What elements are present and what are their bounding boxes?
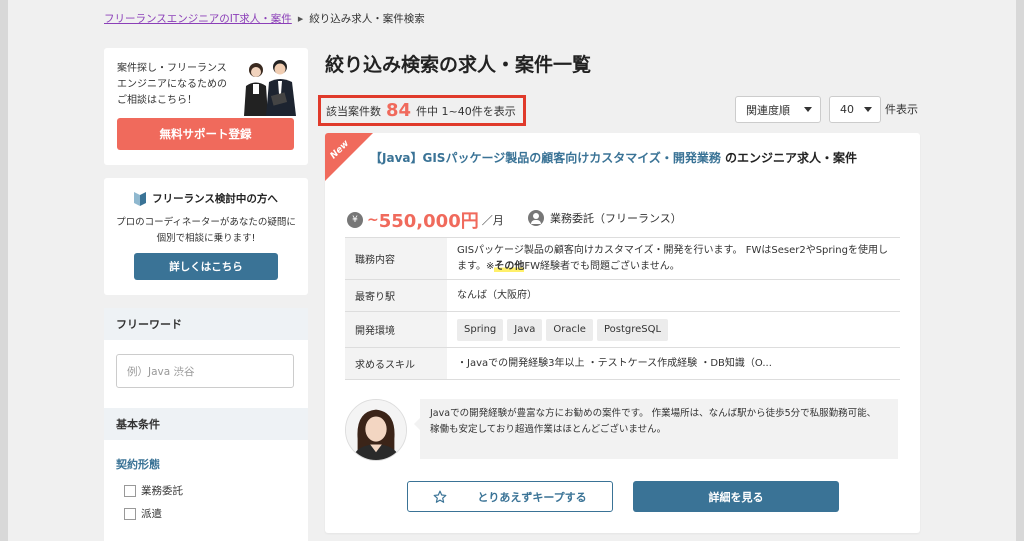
salary-value: 550,000円 <box>378 211 479 232</box>
page-title: 絞り込み検索の求人・案件一覧 <box>325 54 592 76</box>
tag: Java <box>507 318 543 341</box>
per-page-value: 40 <box>840 103 854 116</box>
person-icon <box>528 210 544 226</box>
duties-value: GISパッケージ製品の顧客向けカスタマイズ・開発を行います。 FWはSeser2… <box>447 237 900 280</box>
freeword-input[interactable]: 例）Java 渋谷 <box>116 354 294 388</box>
skills-value: ・Javaでの開発経験3年以上 ・テストケース作成経験 ・DB知識（O... <box>447 347 900 380</box>
chevron-down-icon <box>864 107 872 112</box>
window-frame-right <box>1016 0 1024 541</box>
environment-tags: Spring Java Oracle PostgreSQL <box>447 311 900 348</box>
checkbox[interactable] <box>124 507 136 520</box>
checkbox-label: 業務委託 <box>141 485 183 497</box>
job-info-table: 職務内容 GISパッケージ製品の顧客向けカスタマイズ・開発を行います。 FWはS… <box>345 237 900 380</box>
duties-text-end: FW経験者でも問題ございません。 <box>524 260 680 272</box>
salary: ¥ ~ 550,000円 ／月 <box>347 207 504 233</box>
star-icon <box>433 490 447 503</box>
table-row: 開発環境 Spring Java Oracle PostgreSQL <box>345 311 900 348</box>
result-count: 該当案件数 84 件中 1~40件を表示 <box>318 95 526 126</box>
breadcrumb: フリーランスエンジニアのIT求人・案件 ▶ 絞り込み求人・案件検索 <box>104 11 425 26</box>
keep-button[interactable]: とりあえずキープする <box>407 481 613 512</box>
job-card: New 【Java】GISパッケージ製品の顧客向けカスタマイズ・開発業務 のエン… <box>325 133 920 533</box>
checkbox[interactable] <box>124 484 136 497</box>
basic-conditions-heading: 基本条件 <box>104 408 308 440</box>
bookmark-icon <box>134 191 147 206</box>
free-support-register-button[interactable]: 無料サポート登録 <box>117 118 294 150</box>
consider-title: フリーランス検討中の方へ <box>104 191 308 206</box>
contract-type-label[interactable]: 契約形態 <box>116 456 160 472</box>
contract-type-text: 業務委託（フリーランス） <box>550 212 682 225</box>
filter-panel: フリーワード 例）Java 渋谷 基本条件 契約形態 業務委託 派遣 <box>104 308 308 541</box>
breadcrumb-home-link[interactable]: フリーランスエンジニアのIT求人・案件 <box>104 11 292 26</box>
result-count-suffix: 件中 1~40件を表示 <box>416 104 516 118</box>
window-frame-left <box>0 0 8 541</box>
consider-title-text: フリーランス検討中の方へ <box>152 193 278 205</box>
freeword-heading: フリーワード <box>104 308 308 340</box>
station-value: なんば（大阪府） <box>447 279 900 312</box>
result-count-prefix: 該当案件数 <box>326 104 381 118</box>
coordinator-avatar <box>345 399 407 461</box>
table-row: 職務内容 GISパッケージ製品の顧客向けカスタマイズ・開発を行います。 FWはS… <box>345 237 900 280</box>
job-title: 【Java】GISパッケージ製品の顧客向けカスタマイズ・開発業務 のエンジニア求… <box>370 148 880 168</box>
checkbox-dispatch[interactable]: 派遣 <box>124 506 162 521</box>
contract-type: 業務委託（フリーランス） <box>528 210 682 226</box>
keep-button-label: とりあえずキープする <box>477 490 587 504</box>
tag: Spring <box>457 318 504 341</box>
table-row: 求めるスキル ・Javaでの開発経験3年以上 ・テストケース作成経験 ・DB知識… <box>345 347 900 380</box>
station-label: 最寄り駅 <box>345 279 447 312</box>
consider-description: プロのコーディネーターがあなたの疑問に個別で相談に乗ります! <box>116 217 296 244</box>
breadcrumb-current: 絞り込み求人・案件検索 <box>309 13 425 25</box>
table-row: 最寄り駅 なんば（大阪府） <box>345 279 900 312</box>
sort-select[interactable]: 関連度順 <box>735 96 821 123</box>
salary-unit: ／月 <box>481 214 504 227</box>
coordinators-photo <box>244 60 296 116</box>
support-text: 案件探し・フリーランスエンジニアになるためのご相談はこちら！ <box>117 63 227 106</box>
view-details-button[interactable]: 詳細を見る <box>633 481 839 512</box>
result-count-number: 84 <box>386 100 412 121</box>
per-page-suffix: 件表示 <box>885 103 918 116</box>
support-card: 案件探し・フリーランスエンジニアになるためのご相談はこちら！ 無料サポート登録 <box>104 48 308 165</box>
consider-card: フリーランス検討中の方へ プロのコーディネーターがあなたの疑問に個別で相談に乗り… <box>104 178 308 295</box>
job-title-suffix: のエンジニア求人・案件 <box>725 151 858 165</box>
yen-icon: ¥ <box>347 212 363 228</box>
chevron-down-icon <box>804 107 812 112</box>
details-button[interactable]: 詳しくはこちら <box>134 253 278 280</box>
duties-highlight: その他 <box>494 260 525 272</box>
salary-tilde: ~ <box>367 212 379 228</box>
sort-select-value: 関連度順 <box>746 103 790 117</box>
skills-label: 求めるスキル <box>345 347 447 380</box>
job-title-link[interactable]: 【Java】GISパッケージ製品の顧客向けカスタマイズ・開発業務 <box>370 151 721 165</box>
breadcrumb-separator-icon: ▶ <box>297 14 304 23</box>
checkbox-label: 派遣 <box>141 508 162 520</box>
per-page-select[interactable]: 40 <box>829 96 881 123</box>
tag: PostgreSQL <box>596 318 669 341</box>
coordinator-comment: Javaでの開発経験が豊富な方にお勧めの案件です。 作業場所は、なんば駅から徒歩… <box>420 399 898 459</box>
tag: Oracle <box>546 318 593 341</box>
duties-label: 職務内容 <box>345 237 447 280</box>
checkbox-outsourcing[interactable]: 業務委託 <box>124 483 183 498</box>
environment-label: 開発環境 <box>345 311 447 348</box>
